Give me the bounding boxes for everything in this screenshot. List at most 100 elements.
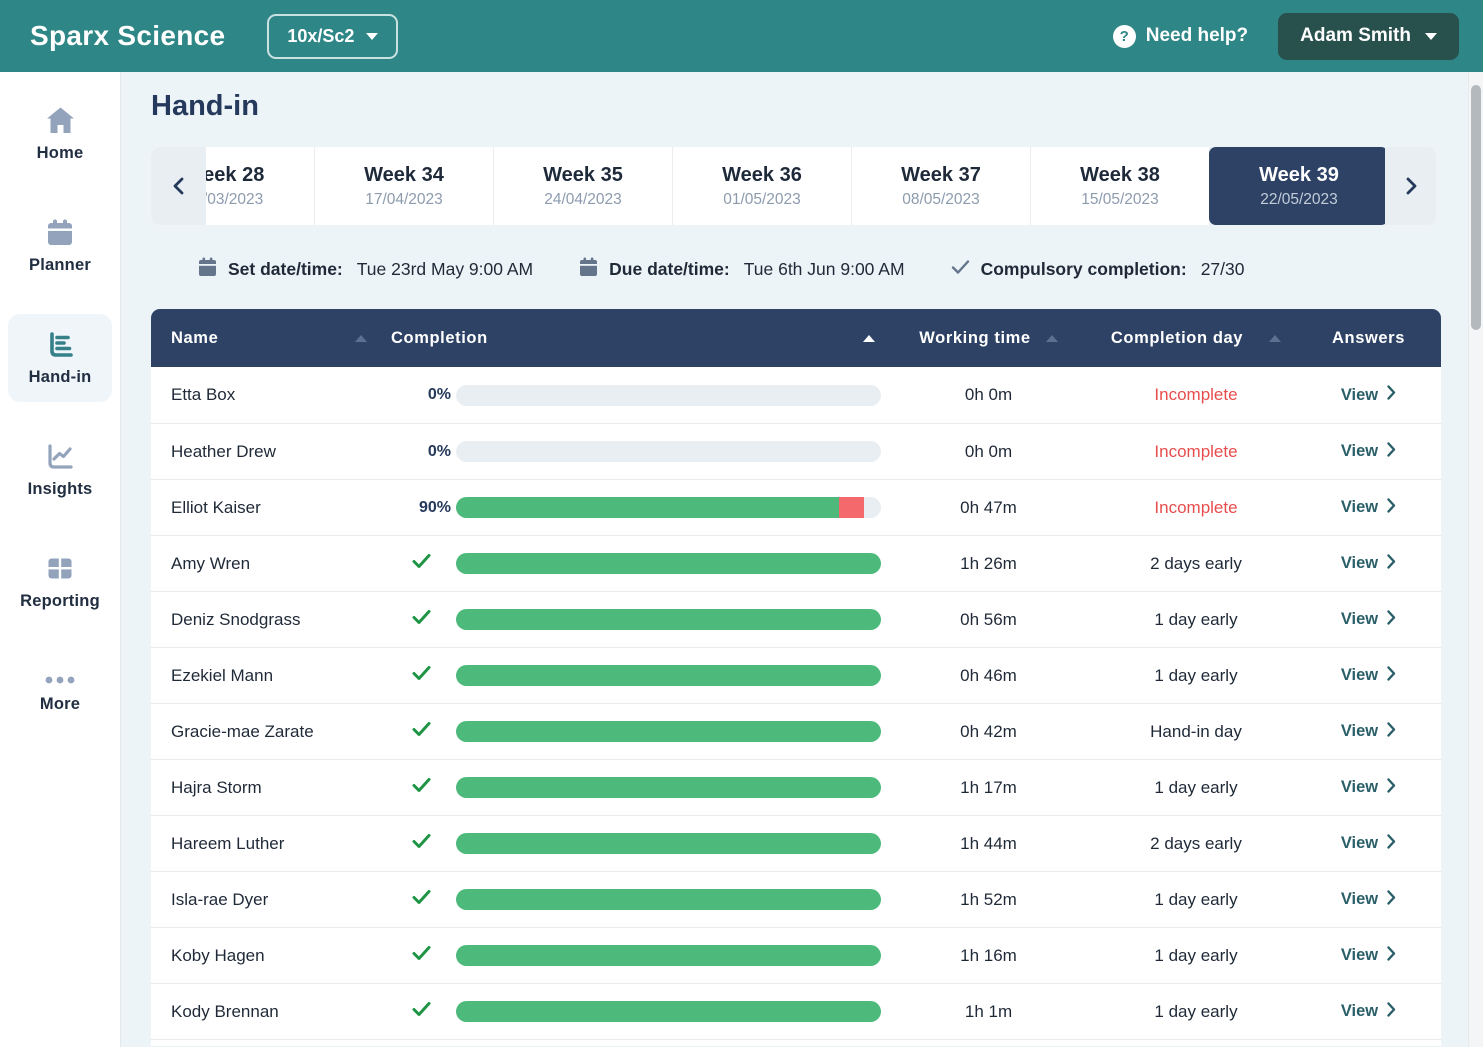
sidebar-item-hand-in[interactable]: Hand-in xyxy=(8,314,112,402)
need-help-link[interactable]: ? Need help? xyxy=(1113,25,1248,48)
completion-status xyxy=(391,945,451,966)
progress-track xyxy=(456,1001,881,1022)
line-chart-icon xyxy=(45,442,75,471)
view-answers-link[interactable]: View xyxy=(1341,722,1396,742)
view-answers-link[interactable]: View xyxy=(1341,834,1396,854)
app-logo: Sparx Science xyxy=(30,20,225,52)
complete-check-icon xyxy=(412,833,431,854)
view-answers-link[interactable]: View xyxy=(1341,385,1396,405)
view-label: View xyxy=(1341,890,1378,909)
previous-weeks-button[interactable] xyxy=(151,147,206,225)
table-row: Hajra Storm 1h 17m 1 day early View xyxy=(151,759,1441,815)
set-date-info: Set date/time: Tue 23rd May 9:00 AM xyxy=(198,257,533,282)
completion-percent: 0% xyxy=(428,386,451,404)
week-tab[interactable]: Week 38 15/05/2023 xyxy=(1030,147,1209,225)
column-header-name[interactable]: Name xyxy=(151,329,391,348)
view-answers-link[interactable]: View xyxy=(1341,442,1396,462)
chevron-right-icon xyxy=(1387,610,1396,630)
completion-day: 1 day early xyxy=(1096,610,1296,630)
student-name: Elliot Kaiser xyxy=(151,498,391,518)
table-header: Name Completion Working time Completion … xyxy=(151,309,1441,367)
week-tab[interactable]: Week 37 08/05/2023 xyxy=(851,147,1030,225)
class-selector-dropdown[interactable]: 10x/Sc2 xyxy=(267,14,398,59)
completion-bar xyxy=(451,721,881,742)
week-tab[interactable]: Week 35 24/04/2023 xyxy=(493,147,672,225)
sidebar-item-label: More xyxy=(40,695,80,714)
view-label: View xyxy=(1341,1002,1378,1021)
view-answers-link[interactable]: View xyxy=(1341,498,1396,518)
column-header-completion[interactable]: Completion xyxy=(391,329,881,348)
table-row: Heather Drew 0% 0h 0m Incomplete View xyxy=(151,423,1441,479)
week-tab[interactable]: Week 39 22/05/2023 xyxy=(1209,147,1388,225)
chevron-right-icon xyxy=(1387,890,1396,910)
view-answers-link[interactable]: View xyxy=(1341,778,1396,798)
answers-cell: View xyxy=(1296,890,1441,910)
sidebar-item-planner[interactable]: Planner xyxy=(8,202,112,290)
sort-arrow-icon xyxy=(1046,335,1058,342)
set-date-value: Tue 23rd May 9:00 AM xyxy=(357,259,533,280)
next-weeks-button[interactable] xyxy=(1385,147,1436,225)
column-header-working-time[interactable]: Working time xyxy=(881,329,1096,348)
table-row: Isla-rae Dyer 1h 52m 1 day early View xyxy=(151,871,1441,927)
completion-status xyxy=(391,665,451,686)
view-answers-link[interactable]: View xyxy=(1341,946,1396,966)
answers-cell: View xyxy=(1296,498,1441,518)
progress-green-segment xyxy=(456,665,881,686)
progress-track xyxy=(456,721,881,742)
student-name: Koby Hagen xyxy=(151,946,391,966)
view-label: View xyxy=(1341,666,1378,685)
column-label: Name xyxy=(171,329,218,348)
working-time: 1h 26m xyxy=(881,554,1096,574)
working-time: 0h 47m xyxy=(881,498,1096,518)
week-tab[interactable]: Week 36 01/05/2023 xyxy=(672,147,851,225)
check-icon xyxy=(951,259,970,280)
view-answers-link[interactable]: View xyxy=(1341,890,1396,910)
working-time: 0h 0m xyxy=(881,442,1096,462)
sidebar-item-insights[interactable]: Insights xyxy=(8,426,112,514)
student-name: Amy Wren xyxy=(151,554,391,574)
ellipsis-icon xyxy=(43,674,77,686)
progress-track xyxy=(456,553,881,574)
column-header-completion-day[interactable]: Completion day xyxy=(1096,329,1296,348)
completion-status xyxy=(391,553,451,574)
set-date-label: Set date/time: xyxy=(228,259,343,280)
home-icon xyxy=(45,106,76,135)
week-tab-label: Week 34 xyxy=(364,164,444,187)
compulsory-completion-info: Compulsory completion: 27/30 xyxy=(951,259,1245,280)
scrollbar-thumb[interactable] xyxy=(1471,85,1481,330)
student-name: Hajra Storm xyxy=(151,778,391,798)
week-tab-strip: Week 28 06/03/2023 Week 34 17/04/2023 We… xyxy=(151,147,1436,225)
user-menu-button[interactable]: Adam Smith xyxy=(1278,13,1459,60)
sidebar: Home Planner Han xyxy=(0,72,121,1047)
column-label: Completion day xyxy=(1111,329,1243,348)
chevron-right-icon xyxy=(1387,1002,1396,1022)
chevron-right-icon xyxy=(1387,946,1396,966)
student-name: Isla-rae Dyer xyxy=(151,890,391,910)
view-answers-link[interactable]: View xyxy=(1341,554,1396,574)
completion-bar xyxy=(451,833,881,854)
sidebar-item-more[interactable]: More xyxy=(8,650,112,738)
week-tab[interactable]: Week 34 17/04/2023 xyxy=(314,147,493,225)
completion-status xyxy=(391,1001,451,1022)
view-answers-link[interactable]: View xyxy=(1341,666,1396,686)
view-label: View xyxy=(1341,834,1378,853)
column-header-answers: Answers xyxy=(1296,329,1441,348)
completion-status xyxy=(391,721,451,742)
view-answers-link[interactable]: View xyxy=(1341,610,1396,630)
working-time: 0h 46m xyxy=(881,666,1096,686)
week-tab-label: Week 36 xyxy=(722,164,802,187)
chevron-right-icon xyxy=(1387,834,1396,854)
chevron-right-icon xyxy=(1387,666,1396,686)
sidebar-item-label: Planner xyxy=(29,256,91,275)
sidebar-item-home[interactable]: Home xyxy=(8,90,112,178)
working-time: 0h 0m xyxy=(881,385,1096,405)
sidebar-item-reporting[interactable]: Reporting xyxy=(8,538,112,626)
completion-day: 1 day early xyxy=(1096,1002,1296,1022)
progress-track xyxy=(456,777,881,798)
progress-green-segment xyxy=(456,889,881,910)
completion-day: 1 day early xyxy=(1096,946,1296,966)
view-answers-link[interactable]: View xyxy=(1341,1002,1396,1022)
compulsory-completion-label: Compulsory completion: xyxy=(981,259,1187,280)
table-row: Ezekiel Mann 0h 46m 1 day early View xyxy=(151,647,1441,703)
calendar-icon xyxy=(45,218,75,247)
